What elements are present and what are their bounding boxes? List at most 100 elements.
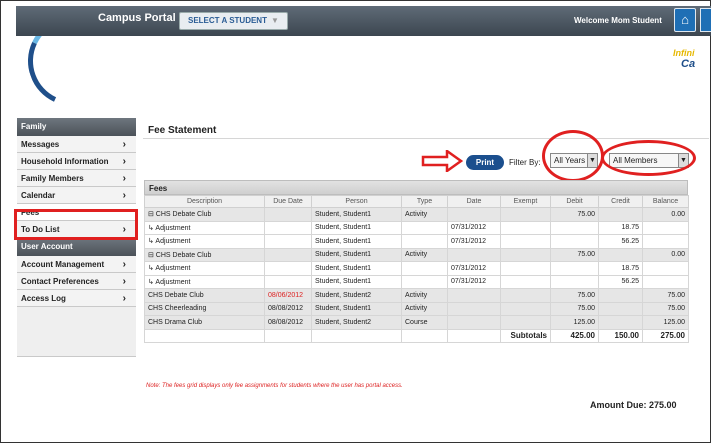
table-cell (500, 234, 551, 249)
column-header[interactable]: Date (447, 195, 501, 208)
table-cell: 125.00 (550, 315, 599, 330)
red-arrow-icon (421, 150, 463, 172)
table-cell: Student, Student2 (311, 315, 402, 330)
table-cell: 07/31/2012 (447, 220, 501, 235)
sidebar-item-family-members[interactable]: Family Members › (17, 170, 136, 187)
table-cell (264, 247, 312, 262)
column-header[interactable]: Due Date (264, 195, 312, 208)
table-cell: 08/06/2012 (264, 288, 312, 303)
column-header[interactable]: Balance (642, 195, 689, 208)
table-row[interactable]: ⊟ CHS Debate Club Student, Student1 Activi… (144, 207, 689, 222)
table-cell: Activity (401, 207, 448, 222)
title-divider (143, 138, 709, 139)
sidebar-item-contact-preferences[interactable]: Contact Preferences › (17, 273, 136, 290)
table-row[interactable]: CHS Debate Club 08/06/2012 Student, Studen… (144, 288, 689, 303)
table-cell: Student, Student1 (311, 234, 402, 249)
table-cell (598, 301, 643, 316)
table-row[interactable]: ↳ Adjustment Student, Student1 07/31/2012 1… (144, 261, 689, 276)
table-cell (500, 220, 551, 235)
column-header[interactable]: Credit (598, 195, 643, 208)
sidebar-item-access-log[interactable]: Access Log › (17, 290, 136, 307)
sidebar-item-label: Family Members (21, 174, 84, 183)
table-cell (447, 207, 501, 222)
select-student-label: SELECT A STUDENT (188, 16, 267, 25)
sidebar-item-label: Calendar (21, 191, 56, 200)
table-cell (264, 207, 312, 222)
sidebar-item-household-information[interactable]: Household Information › (17, 153, 136, 170)
sidebar-item-account-management[interactable]: Account Management › (17, 256, 136, 273)
table-cell: 18.75 (598, 261, 643, 276)
table-row[interactable]: ↳ Adjustment Student, Student1 07/31/2012 1… (144, 220, 689, 235)
table-cell: ⊟ CHS Debate Club (144, 207, 265, 222)
table-cell: 56.25 (598, 274, 643, 289)
table-cell: 18.75 (598, 220, 643, 235)
table-row[interactable]: ↳ Adjustment Student, Student1 07/31/2012 5… (144, 274, 689, 289)
table-row[interactable]: CHS Cheerleading 08/08/2012 Student, Stude… (144, 301, 689, 316)
table-cell: 07/31/2012 (447, 234, 501, 249)
table-cell: Activity (401, 288, 448, 303)
chevron-right-icon: › (122, 259, 126, 270)
table-cell (401, 328, 448, 343)
chevron-right-icon: › (122, 190, 126, 201)
sidebar-item-messages[interactable]: Messages › (17, 136, 136, 153)
subtotal-credit: 150.00 (598, 328, 643, 343)
table-cell: 0.00 (642, 207, 689, 222)
table-cell: CHS Drama Club (144, 315, 265, 330)
members-highlight-oval (601, 140, 696, 176)
filter-label: Filter By: (509, 158, 541, 167)
table-cell (598, 207, 643, 222)
years-highlight-oval (542, 130, 604, 182)
chevron-right-icon: › (122, 156, 126, 167)
table-cell (550, 220, 599, 235)
table-cell (500, 288, 551, 303)
table-cell: 75.00 (550, 288, 599, 303)
table-cell: 75.00 (642, 301, 689, 316)
table-cell (642, 261, 689, 276)
sidebar-item-label: Access Log (21, 294, 66, 303)
column-header[interactable]: Debit (550, 195, 599, 208)
table-cell (447, 315, 501, 330)
sidebar-heading-user-account: User Account (17, 238, 136, 256)
column-header[interactable]: Exempt (500, 195, 551, 208)
table-cell: ↳ Adjustment (144, 220, 265, 235)
top-bar: Campus Portal SELECT A STUDENT ▼ Welcome … (16, 6, 711, 36)
table-cell: Student, Student1 (311, 301, 402, 316)
table-cell (264, 261, 312, 276)
chevron-down-icon: ▼ (270, 16, 279, 25)
table-row[interactable]: ↳ Adjustment Student, Student1 07/31/2012 5… (144, 234, 689, 249)
table-cell (401, 274, 448, 289)
select-student-dropdown[interactable]: SELECT A STUDENT ▼ (179, 12, 288, 30)
subtotal-balance: 275.00 (642, 328, 689, 343)
table-cell: 08/08/2012 (264, 301, 312, 316)
fees-highlight-box (14, 209, 138, 240)
table-cell (500, 247, 551, 262)
menu-button[interactable] (700, 8, 711, 32)
table-row[interactable]: ⊟ CHS Debate Club Student, Student1 Activi… (144, 247, 689, 262)
table-cell: 0.00 (642, 247, 689, 262)
home-button[interactable]: ⌂ (674, 8, 696, 32)
table-cell (642, 274, 689, 289)
sidebar-item-label: Contact Preferences (21, 277, 99, 286)
table-cell (550, 261, 599, 276)
print-button[interactable]: Print (466, 155, 504, 170)
sidebar-item-calendar[interactable]: Calendar › (17, 187, 136, 204)
table-cell: Course (401, 315, 448, 330)
column-header[interactable]: Description (144, 195, 265, 208)
table-cell: 08/08/2012 (264, 315, 312, 330)
column-header[interactable]: Person (311, 195, 402, 208)
table-cell (447, 301, 501, 316)
table-cell: 56.25 (598, 234, 643, 249)
column-header[interactable]: Type (401, 195, 448, 208)
chevron-right-icon: › (122, 139, 126, 150)
table-cell: 75.00 (550, 207, 599, 222)
sidebar-item-label: Messages (21, 140, 60, 149)
table-cell (264, 274, 312, 289)
page-title: Fee Statement (148, 125, 217, 136)
table-cell: Student, Student1 (311, 207, 402, 222)
sidebar-heading-family: Family (17, 118, 136, 136)
brand-logo-line2: Ca (681, 58, 696, 70)
subtotal-debit: 425.00 (550, 328, 599, 343)
table-cell: ↳ Adjustment (144, 274, 265, 289)
table-cell (311, 328, 402, 343)
table-row[interactable]: CHS Drama Club 08/08/2012 Student, Student… (144, 315, 689, 330)
